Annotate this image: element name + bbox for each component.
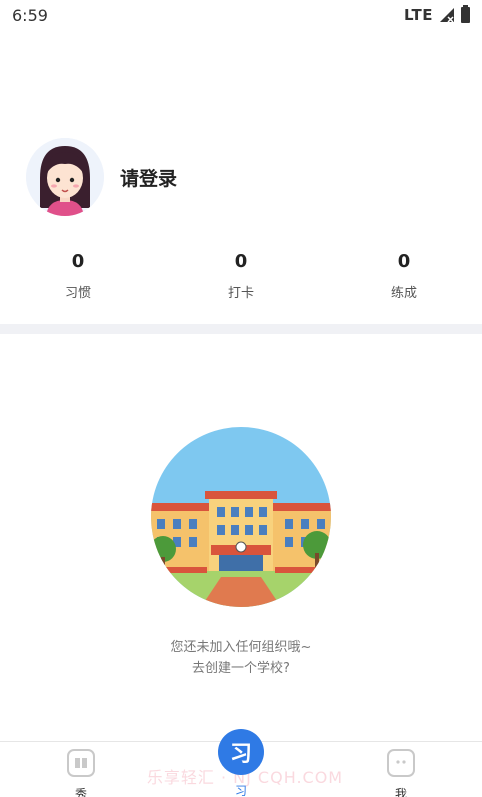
empty-state-message: 您还未加入任何组织哦~ 去创建一个学校? bbox=[0, 637, 482, 679]
section-divider bbox=[0, 324, 482, 334]
battery-icon bbox=[461, 5, 470, 23]
stat-label: 习惯 bbox=[64, 286, 91, 301]
avatar[interactable] bbox=[26, 138, 104, 216]
signal-icon bbox=[439, 7, 455, 23]
stat-checkins[interactable]: 0 打卡 bbox=[191, 248, 291, 301]
stat-achieved[interactable]: 0 练成 bbox=[354, 248, 454, 301]
profile-header[interactable]: 请登录 bbox=[26, 138, 177, 216]
status-time: 6:59 bbox=[12, 5, 48, 25]
stat-habits[interactable]: 0 习惯 bbox=[28, 248, 128, 301]
habit-icon: 习 bbox=[229, 742, 252, 767]
stats-row: 0 习惯 0 打卡 0 练成 bbox=[0, 248, 482, 308]
stat-label: 练成 bbox=[390, 286, 417, 301]
empty-state-line1: 您还未加入任何组织哦~ bbox=[170, 640, 312, 655]
stat-value: 0 bbox=[234, 251, 248, 272]
stat-value: 0 bbox=[397, 251, 411, 272]
school-illustration bbox=[151, 427, 331, 607]
status-icons: LTE bbox=[403, 5, 470, 24]
nav-center-label: 习 bbox=[234, 784, 247, 797]
book-icon bbox=[67, 749, 95, 777]
login-prompt[interactable]: 请登录 bbox=[120, 164, 177, 191]
nav-label: 秀 bbox=[74, 787, 87, 797]
nav-item-me[interactable]: 我 bbox=[361, 742, 441, 797]
network-type: LTE bbox=[403, 6, 433, 24]
face-icon bbox=[387, 749, 415, 777]
stat-value: 0 bbox=[71, 251, 85, 272]
nav-label: 我 bbox=[394, 787, 407, 797]
stat-label: 打卡 bbox=[227, 286, 254, 301]
nav-center-button[interactable]: 习 bbox=[218, 729, 264, 775]
status-bar: 6:59 LTE bbox=[0, 0, 482, 30]
create-school-link[interactable]: 去创建一个学校? bbox=[0, 658, 482, 679]
nav-item-show[interactable]: 秀 bbox=[41, 742, 121, 797]
